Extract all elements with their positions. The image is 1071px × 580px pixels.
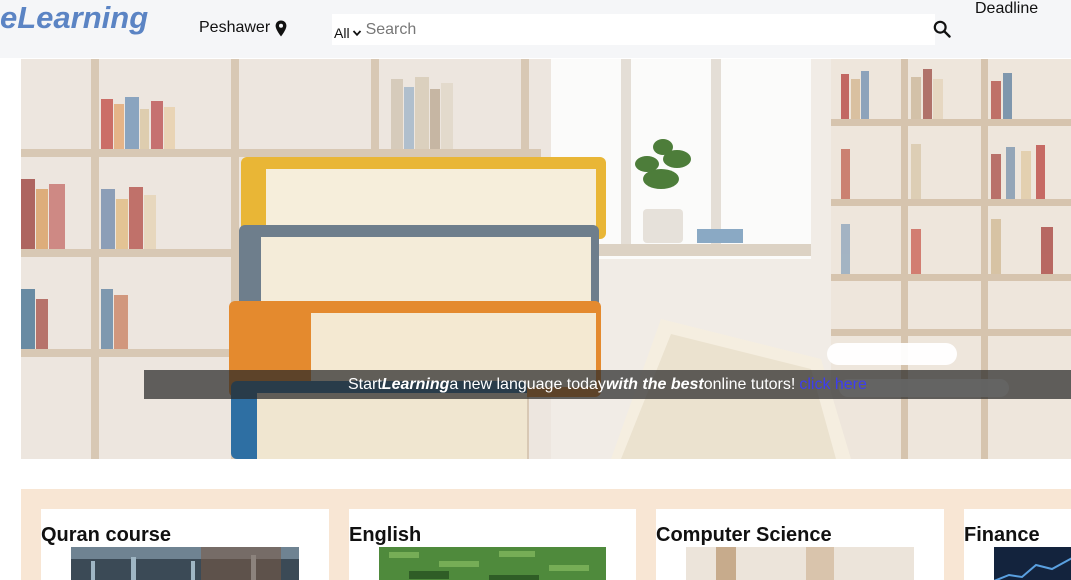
caption-emphasis-learning: Learning — [381, 375, 450, 393]
search-input[interactable] — [363, 14, 935, 45]
course-title: Finance — [964, 524, 1040, 546]
site-logo[interactable]: eLearning — [0, 0, 148, 36]
search-icon — [933, 20, 951, 38]
search-bar: All — [332, 14, 935, 45]
course-title: Computer Science — [656, 524, 832, 546]
course-thumbnail — [71, 547, 299, 580]
search-button[interactable] — [930, 17, 954, 41]
chevron-down-icon — [352, 30, 361, 37]
location-selector[interactable]: Peshawer — [199, 19, 287, 37]
course-card-english[interactable]: English — [349, 509, 636, 580]
caption-start: Start — [348, 375, 382, 393]
location-label: Peshawer — [199, 19, 271, 36]
library-books-image — [21, 59, 1071, 459]
course-thumbnail — [686, 547, 914, 580]
caption-emphasis-best: with the best — [605, 375, 704, 393]
course-card-finance[interactable]: Finance — [964, 509, 1071, 580]
click-here-link[interactable]: click here — [799, 376, 867, 394]
course-list: Quran course English Computer Science Fi… — [21, 489, 1071, 580]
caption-middle: a new language today — [449, 375, 606, 393]
course-title: English — [349, 524, 422, 546]
location-pin-icon — [275, 20, 287, 36]
course-card-computer-science[interactable]: Computer Science — [656, 509, 944, 580]
hero-banner: Start Learning a new language today with… — [21, 59, 1071, 459]
course-thumbnail — [994, 547, 1071, 580]
caption-end: online tutors! — [703, 375, 796, 393]
search-category-select[interactable]: All — [332, 14, 364, 45]
course-thumbnail — [379, 547, 606, 580]
deadline-link[interactable]: Deadline — [975, 0, 1038, 18]
course-title: Quran course — [41, 524, 172, 546]
course-card-quran[interactable]: Quran course — [41, 509, 329, 580]
search-category-value: All — [334, 25, 350, 41]
top-bar: eLearning Peshawer All Deadline — [0, 0, 1071, 58]
hero-caption: Start Learning a new language today with… — [144, 370, 1071, 399]
